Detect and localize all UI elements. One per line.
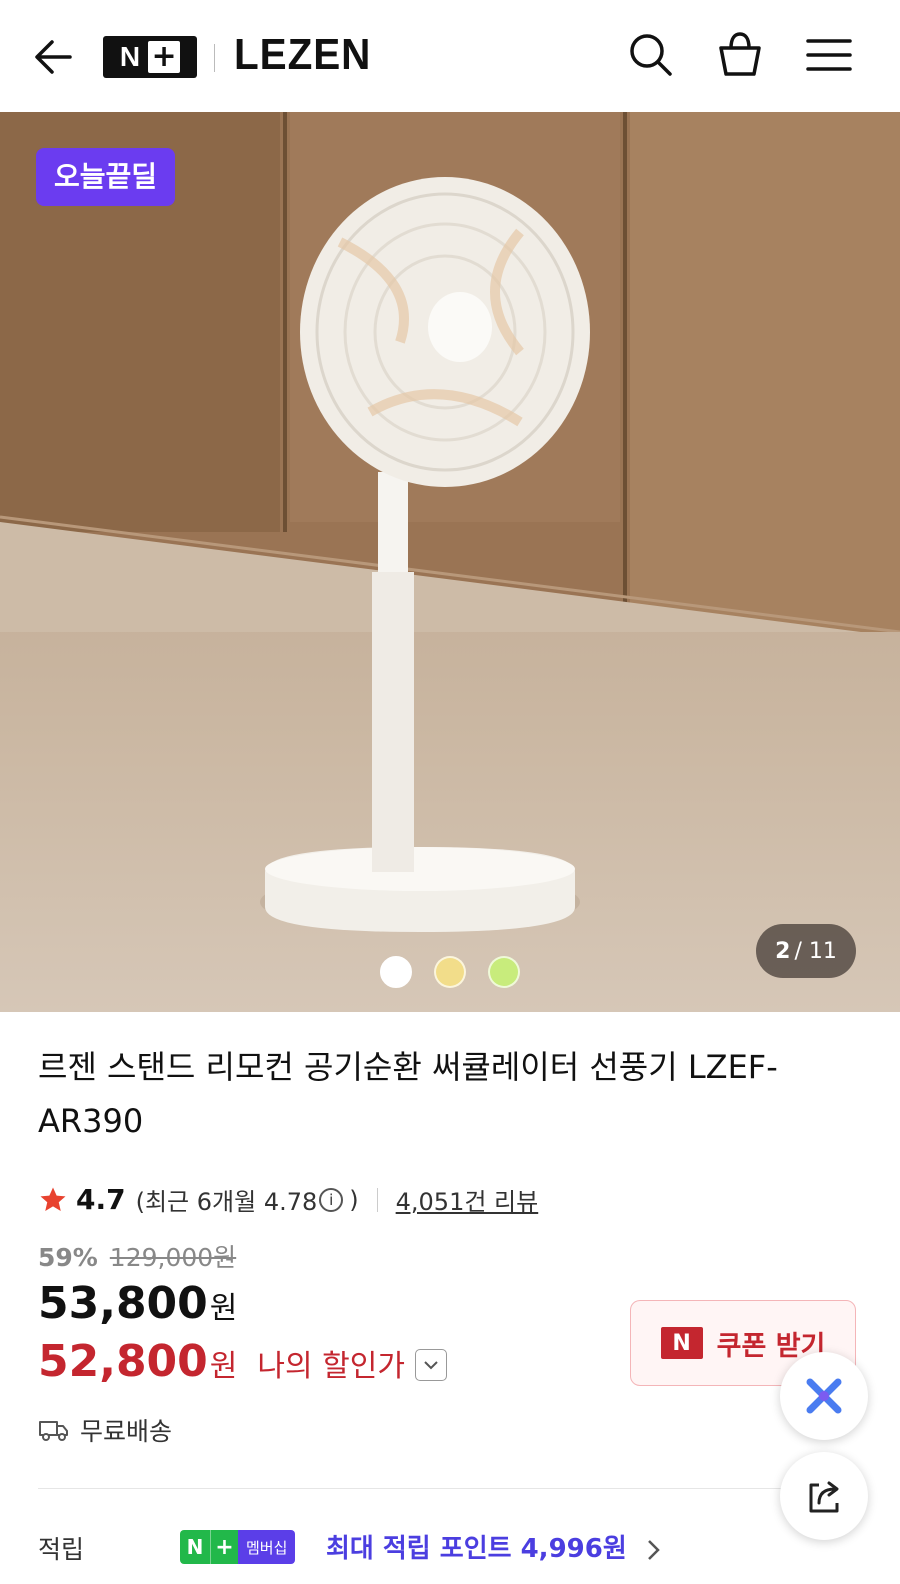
my-price-row[interactable]: 52,800 원 나의 할인가 [38,1336,447,1387]
color-dot-yellow[interactable] [434,956,466,988]
logo-n: N [119,41,141,72]
image-counter-total: / 11 [794,938,837,964]
naver-n-icon: N [660,1327,703,1359]
review-count-link[interactable]: 4,051건 리뷰 [396,1182,539,1217]
membership-badge-plus: + [210,1530,238,1564]
info-icon[interactable]: i [319,1187,344,1212]
sale-price: 53,800 [38,1278,208,1329]
fan-product-photo [260,177,590,932]
share-icon [809,1481,839,1513]
share-button[interactable] [780,1452,868,1540]
menu-icon[interactable] [804,30,854,80]
shipping-text: 무료배송 [80,1417,173,1446]
brand-logo[interactable]: LEZEN [234,30,371,80]
shipping-row: 무료배송 [38,1412,172,1448]
original-price: 129,000원 [109,1243,237,1272]
rating-score: 4.7 [76,1183,126,1216]
chevron-down-icon[interactable] [414,1349,447,1381]
discount-row: 59% 129,000원 [38,1238,236,1274]
logo-plus: + [148,41,181,73]
ai-sparkle-icon [806,1378,842,1414]
delivery-truck-icon [39,1421,68,1441]
naver-plus-membership-badge: N + 멤버십 [180,1530,296,1564]
max-points-text[interactable]: 최대 적립 포인트 4,996원 [326,1528,664,1565]
my-price-currency: 원 [209,1349,238,1384]
back-arrow-icon[interactable] [30,34,76,80]
chevron-right-icon [647,1539,660,1560]
my-price-label: 나의 할인가 [257,1349,405,1384]
section-divider [38,1488,862,1489]
product-title: 르젠 스탠드 리모컨 공기순환 써큘레이터 선풍기 LZEF-AR390 [38,1048,778,1140]
sale-price-currency: 원 [209,1291,238,1326]
recent-rating: (최근 6개월 4.78 [135,1188,318,1216]
star-icon [40,1187,66,1211]
search-icon[interactable] [626,30,676,80]
color-option-dots [380,956,520,988]
today-deal-badge: 오늘끝딜 [36,148,176,206]
membership-badge-text: 멤버십 [238,1530,296,1564]
recent-rating-close: ) [349,1185,359,1214]
color-dot-white[interactable] [380,956,412,988]
product-image-carousel[interactable]: 오늘끝딜 2 / 11 [0,112,900,1012]
logo-divider [214,44,215,72]
top-header: N + LEZEN [0,0,900,112]
image-counter-current: 2 [775,938,791,964]
membership-badge-n: N [180,1530,210,1564]
image-counter: 2 / 11 [756,924,856,978]
rating-separator [376,1187,378,1212]
points-label: 적립 [38,1535,85,1564]
sale-price-row: 53,800 원 [38,1278,237,1329]
points-row[interactable]: 적립 N + 멤버십 최대 적립 포인트 4,996원 [38,1530,868,1570]
rating-row: 4.7 (최근 6개월 4.78 i ) 4,051건 리뷰 [38,1182,538,1217]
color-dot-green[interactable] [488,956,520,988]
naver-plus-logo[interactable]: N + [103,36,197,78]
my-discount-price: 52,800 [38,1336,208,1387]
ai-assistant-button[interactable] [780,1352,868,1440]
max-points-value: 최대 적립 포인트 4,996원 [326,1534,627,1564]
shopping-bag-icon[interactable] [715,30,765,80]
discount-rate: 59% [38,1243,98,1272]
